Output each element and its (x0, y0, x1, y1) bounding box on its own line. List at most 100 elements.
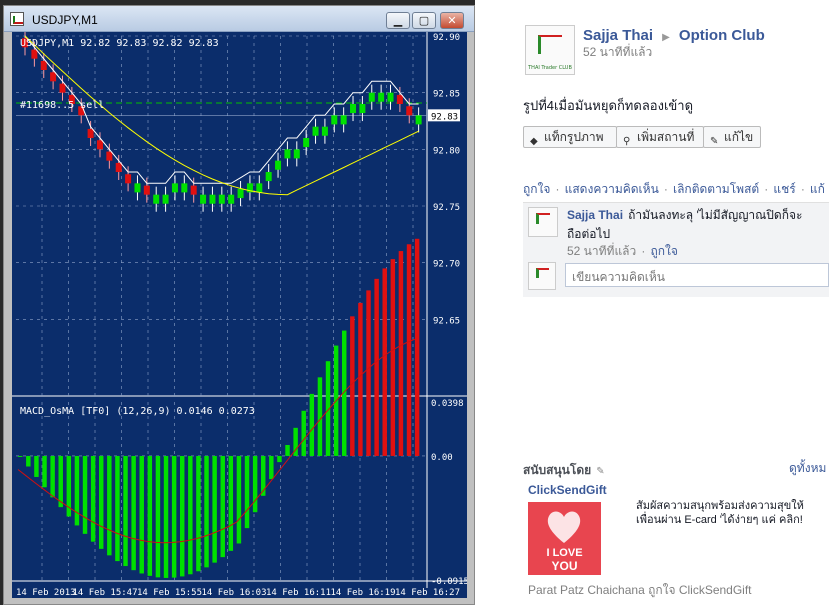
edit-label: แก้ไข (724, 130, 754, 144)
minimize-button[interactable]: ▁ (386, 12, 410, 29)
heart-icon (547, 511, 581, 543)
bull-candle (415, 115, 422, 125)
bull-candle (171, 183, 178, 193)
osc-bar (50, 455, 55, 498)
bear-candle (31, 49, 38, 59)
separator: · (663, 182, 668, 196)
comment-input[interactable]: เขียนความคิดเห็น (565, 263, 829, 287)
tag-icon: ◆ (530, 136, 538, 147)
oscillator-header: MACD_OsMA [TF0] (12,26,9) 0.0146 0.0273 (20, 406, 255, 417)
ad-title[interactable]: ClickSendGift (528, 483, 607, 497)
osc-bar (390, 259, 396, 456)
bull-candle (275, 160, 282, 170)
bull-candle (359, 104, 366, 114)
ad-image[interactable]: I LOVE YOU (528, 502, 601, 575)
author-avatar[interactable]: THAI Trader CLUB (525, 25, 575, 75)
osc-bar (398, 251, 404, 456)
avatar-logo-text: THAI Trader CLUB (528, 65, 572, 72)
ad-text-2: เพื่อนผ่าน E-card 'ได้ง่ายๆ แค่ คลิก! (636, 514, 803, 526)
bull-candle (312, 126, 319, 136)
mt4-window: USDJPY,M1 ▁ ▢ ✕ 92.90 92.85 92.80 92.75 92.7… (0, 0, 475, 605)
separator: · (800, 182, 805, 196)
post-author[interactable]: Sajja Thai (583, 27, 653, 44)
osc-bar (252, 455, 258, 513)
bull-candle (256, 183, 263, 193)
osc-bar (406, 244, 412, 456)
bull-candle (200, 194, 207, 204)
osc-bar (58, 455, 63, 508)
bull-candle (387, 92, 394, 102)
osc-bar (26, 455, 31, 467)
osc-bar (90, 455, 96, 542)
share-link[interactable]: แชร์ (773, 182, 795, 196)
see-all-link[interactable]: ดูทั้งหม (789, 459, 826, 478)
osc-bar (204, 455, 209, 568)
bull-candle (321, 126, 328, 136)
maximize-button[interactable]: ▢ (412, 12, 436, 29)
osc-bar (34, 455, 39, 477)
sponsored-heading: สนับสนุนโดย (523, 463, 592, 477)
comment-author-avatar[interactable] (528, 207, 558, 237)
price-chart[interactable]: 92.90 92.85 92.80 92.75 92.70 92.65 92.83 14 Fe… (12, 32, 467, 598)
osc-bar (180, 455, 185, 577)
bull-candle (237, 189, 244, 199)
bear-candle (406, 106, 413, 116)
unfollow-link[interactable]: เลิกติดตามโพสต์ (673, 182, 759, 196)
osc-bar (277, 455, 282, 463)
add-location-button[interactable]: ⚲ เพิ่มสถานที่ (616, 126, 704, 148)
price-tick-label: 92.75 (433, 203, 460, 213)
osc-bar (236, 455, 242, 544)
osc-bar (382, 268, 387, 456)
main-chart-header: USDJPY,M1 92.82 92.83 92.82 92.83 (20, 38, 219, 49)
price-tick-label: 92.70 (433, 260, 460, 270)
comment-text-2: ถือต่อไป (567, 227, 611, 241)
window-title: USDJPY,M1 (32, 13, 98, 27)
like-link[interactable]: ถูกใจ (523, 182, 550, 196)
osc-bar (244, 455, 250, 529)
handshake-logo-icon (538, 34, 562, 54)
price-tick-label: 92.80 (433, 146, 460, 156)
osc-bar (317, 377, 323, 456)
comment-link[interactable]: แสดงความคิดเห็น (565, 182, 659, 196)
post-group[interactable]: Option Club (679, 27, 765, 44)
close-button[interactable]: ✕ (440, 12, 464, 29)
comment-like-link[interactable]: ถูกใจ (650, 244, 677, 258)
separator: · (764, 182, 769, 196)
post-time[interactable]: 52 นาทีที่แล้ว (583, 43, 652, 62)
osc-bar (366, 290, 371, 456)
ad-text-1: สัมผัสความสนุกพร้อมส่งความสุขให้ (636, 500, 804, 512)
bear-candle (50, 72, 57, 82)
osc-bar (261, 455, 266, 496)
bull-candle (368, 92, 375, 102)
bear-candle (190, 185, 197, 195)
time-tick-label: 14 Feb 16:11 (266, 588, 331, 598)
bull-candle (218, 194, 225, 204)
bull-candle (134, 183, 141, 193)
edit-link[interactable]: แก้ (810, 182, 825, 196)
chart-canvas[interactable]: 92.90 92.85 92.80 92.75 92.70 92.65 92.83 14 Fe… (12, 32, 467, 598)
bull-candle (228, 194, 235, 204)
time-tick-label: 14 Feb 16:19 (331, 588, 396, 598)
bear-candle (96, 140, 103, 150)
bear-candle (40, 60, 47, 70)
price-tick-label: 92.85 (433, 90, 460, 100)
edit-pencil-icon[interactable]: ✎ (596, 466, 604, 477)
osc-bar (74, 455, 80, 526)
osc-bar (196, 455, 201, 572)
osc-bar (350, 316, 355, 456)
comment-author[interactable]: Sajja Thai (567, 208, 623, 222)
osc-tick-label: 0.00 (431, 453, 453, 463)
osc-bar (131, 455, 136, 571)
tag-photo-button[interactable]: ◆ แท็กรูปภาพ (523, 126, 617, 148)
comment-time[interactable]: 52 นาทีที่แล้ว (567, 244, 636, 258)
edit-button[interactable]: ✎ แก้ไข (703, 126, 761, 148)
osc-bar (42, 455, 47, 488)
osc-bar (414, 238, 420, 456)
ad-image-text-2: YOU (551, 559, 578, 573)
separator: · (555, 182, 560, 196)
ad-image-text-1: I LOVE (546, 547, 583, 559)
bull-candle (265, 172, 272, 182)
osc-tick-label: 0.0398 (431, 399, 464, 409)
bull-candle (378, 92, 385, 102)
price-tick-label: 92.65 (433, 316, 460, 326)
